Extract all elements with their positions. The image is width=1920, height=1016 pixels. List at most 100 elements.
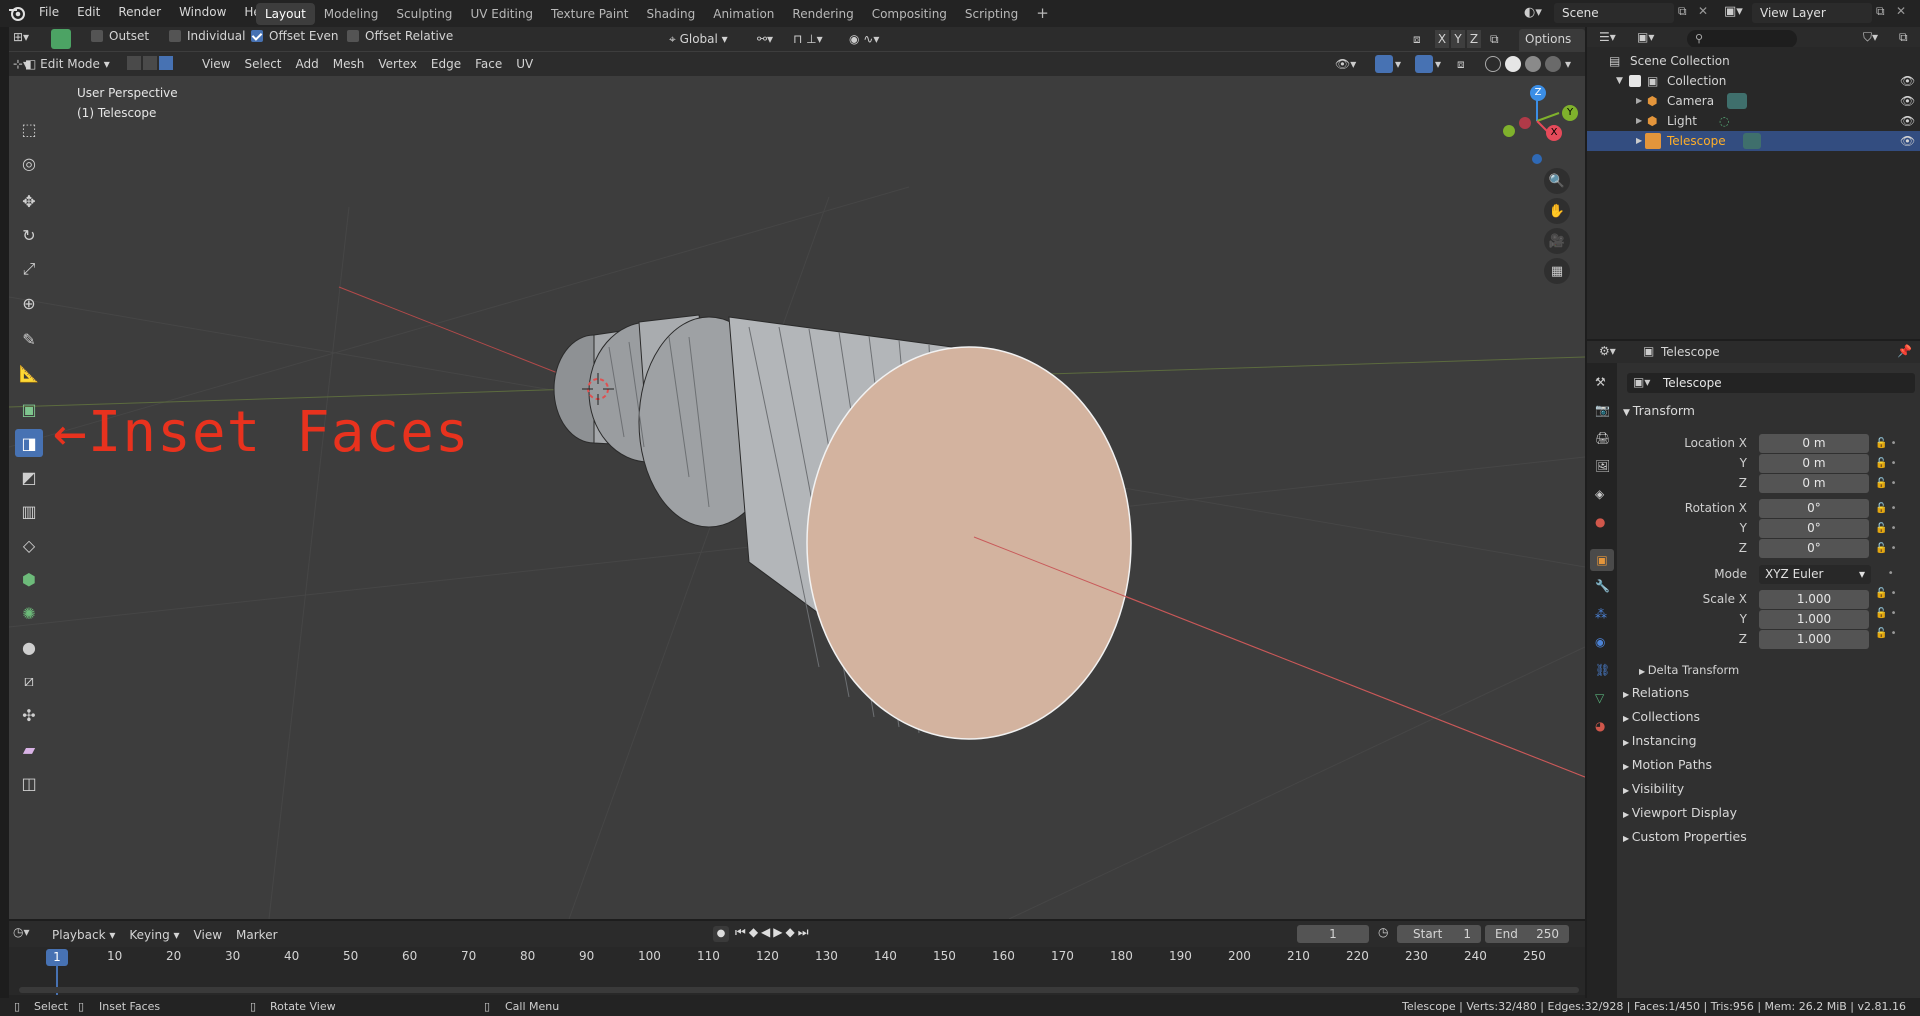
tab-texture-paint[interactable]: Texture Paint [542,3,637,25]
smooth-tool[interactable]: ● [15,633,43,661]
location-z-field[interactable]: 0 m [1759,474,1869,493]
menu-view[interactable]: View [195,54,237,74]
shading-wireframe-icon[interactable] [1485,56,1501,72]
outset-checkbox[interactable] [91,30,103,42]
material-tab-icon[interactable]: ◕ [1595,719,1605,733]
timeline-editor-type-icon[interactable]: ◷▾ [13,925,30,939]
tool-tab-icon[interactable]: ⚒ [1595,375,1606,389]
spin-tool[interactable]: ✺ [15,599,43,627]
view-layer-field[interactable]: View Layer [1752,3,1872,23]
select-box-tool[interactable]: ⬚ [15,115,43,143]
move-tool[interactable]: ✥ [15,187,43,215]
display-mode-icon[interactable]: ▣▾ [1637,30,1654,44]
delta-transform-subpanel[interactable]: ▶ Delta Transform [1639,663,1739,677]
mesh-data-icon[interactable] [1743,133,1761,149]
scale-x-field[interactable]: 1.000 [1759,590,1869,609]
scale-y-field[interactable]: 1.000 [1759,610,1869,629]
individual-option[interactable]: Individual [169,29,245,43]
transform-panel-header[interactable]: ▼ Transform [1623,403,1695,418]
pivot-dropdown[interactable]: ⚯▾ [757,29,773,49]
next-keyframe-icon[interactable]: ◆ [786,925,798,939]
viewport-display-panel[interactable]: ▶ Viewport Display [1623,805,1737,820]
new-scene-icon[interactable]: ⧉ [1678,4,1687,19]
playhead-marker[interactable]: 1 [46,949,68,966]
overlay-dropdown[interactable]: ▾ [1435,54,1441,74]
shading-dropdown[interactable]: ▾ [1565,54,1571,74]
proportional-edit-icon[interactable]: ◉ ∿▾ [849,29,879,49]
measure-tool[interactable]: 📐 [15,359,43,387]
lock-rotation-z-icon[interactable]: 🔓 • [1875,539,1915,559]
blender-logo-icon[interactable] [8,4,26,22]
location-x-field[interactable]: 0 m [1759,434,1869,453]
lock-location-z-icon[interactable]: 🔓 • [1875,474,1915,494]
play-icon[interactable]: ▶ [773,925,785,939]
menu-add[interactable]: Add [289,54,326,74]
frame-ruler[interactable]: 1 10 20 30 40 50 60 70 80 90 100 110 120 130 140 150 16… [9,947,1585,995]
relations-panel[interactable]: ▶ Relations [1623,685,1689,700]
expand-icon[interactable]: ▶ [1636,131,1642,151]
scale-z-field[interactable]: 1.000 [1759,630,1869,649]
scene-selector-icon[interactable]: ◐▾ [1524,3,1550,23]
pin-icon[interactable]: 📌 [1897,344,1912,358]
menu-render[interactable]: Render [109,0,170,24]
transform-tool[interactable]: ⊕ [15,289,43,317]
menu-playback[interactable]: Playback ▾ [45,925,122,945]
mirror-y-toggle[interactable]: Y [1451,30,1465,48]
delete-view-layer-icon[interactable]: ✕ [1896,4,1906,18]
rotate-tool[interactable]: ↻ [15,221,43,249]
filter-icon[interactable]: ⛉▾ [1863,30,1878,45]
collection-visibility-icon[interactable]: 👁 [1900,71,1915,91]
shading-material-icon[interactable] [1525,56,1541,72]
world-tab-icon[interactable]: ● [1595,515,1605,529]
rotation-y-field[interactable]: 0° [1759,519,1869,538]
tab-uv-editing[interactable]: UV Editing [461,3,542,25]
mode-dropdown[interactable]: ◧ Edit Mode ▾ [25,54,117,74]
tab-layout[interactable]: Layout [256,3,315,25]
collection-row[interactable]: ▼ ▣ Collection 👁 [1587,71,1920,91]
gizmo-x-label[interactable]: X [1546,125,1562,141]
menu-file[interactable]: File [30,0,68,24]
shading-solid-icon[interactable] [1505,56,1521,72]
auto-merge-icon[interactable]: ⧉ [1490,29,1499,49]
preview-range-icon[interactable]: ◷ [1378,925,1388,939]
object-tab-icon[interactable]: ▣ [1590,549,1614,571]
cursor-tool[interactable]: ◎ [15,149,43,177]
gizmo-toggle-icon[interactable] [1375,55,1393,73]
tab-rendering[interactable]: Rendering [783,3,862,25]
gizmo-z-label[interactable]: Z [1530,85,1546,101]
rotation-mode-dropdown[interactable]: XYZ Euler ▾ [1759,565,1871,584]
prev-keyframe-icon[interactable]: ◆ [749,925,761,939]
lock-location-y-icon[interactable]: 🔓 • [1875,454,1915,474]
orientation-dropdown[interactable]: ⌖ Global ▾ [669,29,728,49]
xray-toggle-icon[interactable]: ⧈ [1457,54,1465,74]
physics-tab-icon[interactable]: ◉ [1595,635,1605,649]
location-y-field[interactable]: 0 m [1759,454,1869,473]
tab-animation[interactable]: Animation [704,3,783,25]
tab-shading[interactable]: Shading [637,3,704,25]
poly-build-tool[interactable]: ⬢ [15,565,43,593]
mirror-x-toggle[interactable]: X [1435,30,1449,48]
shear-tool[interactable]: ▰ [15,735,43,763]
face-select-icon[interactable] [159,56,173,70]
modifier-tab-icon[interactable]: 🔧 [1595,579,1610,593]
delete-scene-icon[interactable]: ✕ [1698,4,1708,18]
knife-tool[interactable]: ◇ [15,531,43,559]
menu-edit[interactable]: Edit [68,0,109,24]
lock-scale-y-icon[interactable]: 🔓 • [1875,604,1915,624]
menu-mesh[interactable]: Mesh [326,54,372,74]
rotation-mode-dot-icon[interactable]: • [1875,564,1915,584]
output-tab-icon[interactable]: 🖨 [1595,431,1610,445]
menu-edge[interactable]: Edge [424,54,468,74]
offset-relative-checkbox[interactable] [347,30,359,42]
menu-vertex[interactable]: Vertex [371,54,424,74]
object-name-field[interactable]: ▣▾ Telescope [1627,373,1915,393]
rotation-x-field[interactable]: 0° [1759,499,1869,518]
scale-tool[interactable]: ⤢ [15,255,43,283]
outliner-item-camera[interactable]: ▶ ⬢ Camera 👁 [1587,91,1920,111]
menu-face[interactable]: Face [468,54,509,74]
pan-hand-icon[interactable]: ✋ [1544,198,1570,224]
light-data-icon[interactable]: ◌ [1719,111,1729,131]
camera-visibility-icon[interactable]: 👁 [1900,91,1915,111]
ortho-grid-icon[interactable]: ▦ [1544,258,1570,284]
tab-compositing[interactable]: Compositing [863,3,956,25]
